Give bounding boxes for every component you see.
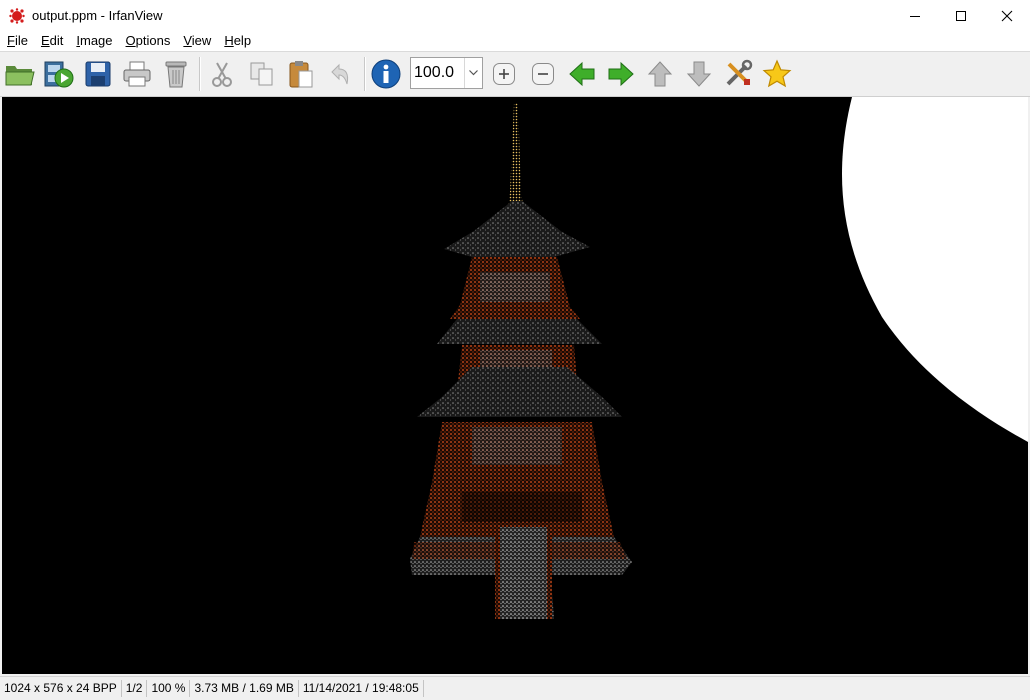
menu-help[interactable]: Help bbox=[217, 31, 257, 51]
zoom-in-button[interactable] bbox=[488, 58, 520, 90]
toolbar-separator bbox=[199, 57, 201, 91]
save-icon bbox=[85, 61, 111, 87]
up-button[interactable] bbox=[644, 58, 676, 90]
status-dimensions: 1024 x 576 x 24 BPP bbox=[0, 680, 122, 697]
menu-view-label: iew bbox=[191, 33, 212, 48]
open-folder-icon bbox=[5, 66, 35, 86]
properties-icon bbox=[726, 59, 753, 86]
slideshow-button[interactable] bbox=[43, 58, 75, 90]
menu-options-label: ptions bbox=[135, 33, 171, 48]
menu-edit[interactable]: Edit bbox=[34, 31, 69, 51]
zoom-out-button[interactable] bbox=[527, 58, 559, 90]
zoom-out-icon bbox=[532, 63, 554, 85]
info-button[interactable] bbox=[370, 58, 402, 90]
zoom-dropdown-button[interactable] bbox=[464, 58, 482, 88]
favorite-button[interactable] bbox=[761, 58, 793, 90]
menu-edit-label: dit bbox=[49, 33, 64, 48]
close-button[interactable] bbox=[984, 0, 1030, 31]
chevron-down-icon bbox=[469, 70, 478, 76]
menu-options-accel: O bbox=[125, 33, 136, 48]
maximize-icon bbox=[956, 10, 966, 21]
next-icon bbox=[608, 61, 634, 87]
menu-options[interactable]: Options bbox=[119, 31, 177, 51]
undo-icon bbox=[331, 63, 349, 85]
up-icon bbox=[647, 61, 673, 87]
open-button[interactable] bbox=[4, 58, 36, 90]
menu-help-label: elp bbox=[233, 33, 252, 48]
previous-icon bbox=[569, 61, 595, 87]
menu-help-accel: H bbox=[224, 33, 234, 48]
image-canvas bbox=[410, 97, 1028, 619]
minimize-icon bbox=[910, 15, 920, 17]
toolbar-separator bbox=[364, 57, 366, 91]
previous-button[interactable] bbox=[566, 58, 598, 90]
cut-icon bbox=[212, 62, 232, 87]
save-button[interactable] bbox=[82, 58, 114, 90]
info-icon bbox=[371, 59, 401, 89]
menu-file-label: ile bbox=[14, 33, 28, 48]
copy-icon bbox=[250, 62, 273, 86]
pagoda-roof-top bbox=[444, 201, 590, 257]
menu-view-accel: V bbox=[183, 33, 192, 48]
pagoda-window bbox=[472, 427, 562, 465]
zoom-in-icon bbox=[493, 63, 515, 85]
pagoda-spire bbox=[508, 103, 523, 205]
menu-view[interactable]: View bbox=[176, 31, 217, 51]
zoom-input[interactable] bbox=[411, 58, 468, 88]
properties-button[interactable] bbox=[722, 58, 754, 90]
maximize-button[interactable] bbox=[938, 0, 984, 31]
status-datetime: 11/14/2021 / 19:48:05 bbox=[299, 680, 424, 697]
pagoda-window bbox=[480, 272, 550, 302]
pagoda-stair-rail bbox=[547, 527, 552, 619]
window-title: output.ppm - IrfanView bbox=[32, 8, 163, 23]
paste-icon bbox=[289, 61, 313, 88]
next-button[interactable] bbox=[605, 58, 637, 90]
menu-image-label: mage bbox=[80, 33, 113, 48]
white-background-curve bbox=[842, 97, 1028, 442]
delete-button[interactable] bbox=[160, 58, 192, 90]
image-viewport[interactable] bbox=[2, 97, 1028, 674]
print-icon bbox=[123, 61, 151, 87]
minimize-button[interactable] bbox=[892, 0, 938, 31]
cut-button[interactable] bbox=[206, 58, 238, 90]
copy-button[interactable] bbox=[246, 58, 278, 90]
delete-icon bbox=[165, 61, 187, 88]
menu-bar: File Edit Image Options View Help bbox=[0, 31, 1030, 51]
paste-button[interactable] bbox=[285, 58, 317, 90]
slideshow-icon bbox=[44, 61, 74, 88]
down-button[interactable] bbox=[683, 58, 715, 90]
status-zoom: 100 % bbox=[147, 680, 191, 697]
menu-edit-accel: E bbox=[40, 33, 50, 48]
favorite-icon bbox=[762, 59, 792, 88]
pagoda-roof-second bbox=[437, 319, 602, 344]
status-page: 1/2 bbox=[122, 680, 148, 697]
status-bar: 1024 x 576 x 24 BPP 1/2 100 % 3.73 MB / … bbox=[0, 676, 1030, 700]
irfanview-cat-icon bbox=[9, 7, 25, 24]
close-icon bbox=[1001, 10, 1013, 21]
undo-button[interactable] bbox=[324, 58, 356, 90]
menu-image[interactable]: Image bbox=[69, 31, 118, 51]
pagoda-stair-rail bbox=[495, 527, 500, 619]
pagoda-stairs bbox=[497, 527, 554, 619]
pagoda-window bbox=[462, 492, 582, 522]
title-bar: output.ppm - IrfanView bbox=[0, 0, 1030, 31]
zoom-combobox[interactable] bbox=[410, 57, 483, 89]
menu-file-accel: F bbox=[7, 33, 15, 48]
menu-file[interactable]: File bbox=[0, 31, 34, 51]
toolbar bbox=[0, 51, 1030, 97]
down-icon bbox=[686, 61, 712, 87]
status-file-size: 3.73 MB / 1.69 MB bbox=[190, 680, 299, 697]
print-button[interactable] bbox=[121, 58, 153, 90]
pagoda-roof-main bbox=[417, 367, 622, 417]
